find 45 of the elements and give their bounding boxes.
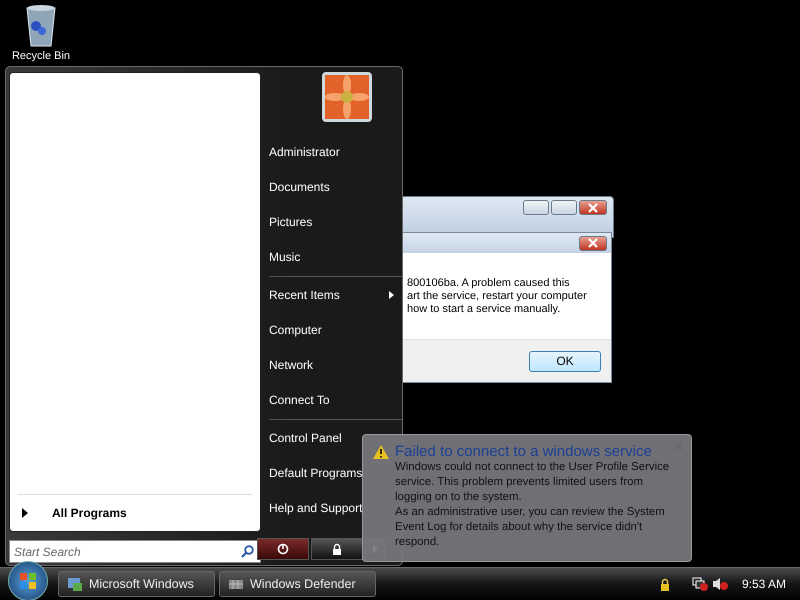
search-icon bbox=[241, 545, 254, 558]
padlock-icon[interactable] bbox=[660, 578, 670, 590]
close-button[interactable] bbox=[579, 200, 607, 215]
taskbar-button[interactable]: Windows Defender bbox=[219, 571, 376, 597]
flower-icon bbox=[324, 75, 368, 119]
ok-button[interactable]: OK bbox=[529, 350, 601, 372]
maximize-button[interactable] bbox=[551, 200, 577, 215]
start-menu-item[interactable]: Music bbox=[269, 239, 308, 274]
start-menu-item[interactable]: Network bbox=[269, 347, 322, 382]
desktop-icon-label[interactable]: Recycle Bin bbox=[12, 50, 70, 62]
start-menu-item[interactable]: Connect To bbox=[269, 382, 338, 417]
start-menu-item[interactable]: Control Panel bbox=[269, 420, 350, 455]
power-icon bbox=[277, 543, 289, 555]
start-button[interactable] bbox=[8, 561, 48, 600]
dialog-message-line: 800106ba. A problem caused this bbox=[407, 277, 571, 290]
warning-icon bbox=[373, 444, 389, 458]
clock[interactable]: 9:53 AM bbox=[742, 577, 786, 591]
close-icon bbox=[587, 202, 599, 212]
lock-icon bbox=[331, 543, 343, 555]
speaker-muted-icon[interactable] bbox=[712, 577, 728, 591]
close-button[interactable] bbox=[579, 236, 607, 250]
search-input[interactable]: Start Search bbox=[10, 544, 241, 558]
submenu-arrow-icon bbox=[389, 290, 394, 298]
dialog-message-line: how to start a service manually. bbox=[407, 303, 562, 316]
start-menu-item[interactable]: Administrator bbox=[269, 134, 348, 169]
all-programs-item[interactable]: All Programs bbox=[18, 494, 252, 525]
taskbar-button[interactable]: Microsoft Windows bbox=[58, 571, 215, 597]
window-app-icon bbox=[67, 576, 83, 592]
start-menu-item[interactable]: Computer bbox=[269, 312, 330, 347]
power-button[interactable] bbox=[257, 538, 309, 560]
close-icon bbox=[587, 238, 599, 248]
notification-text: As an administrative user, you can review the System Event Log for details about why the service didn't respond. bbox=[395, 505, 666, 550]
notification-text: Windows could not connect to the User Profile Service service. This problem prevents limited users from logging on to the system. bbox=[395, 460, 670, 505]
all-programs-label[interactable]: All Programs bbox=[52, 506, 127, 520]
notification-title: Failed to connect to a windows service bbox=[395, 443, 652, 460]
network-error-icon[interactable] bbox=[692, 577, 708, 591]
search-field[interactable]: Start Search bbox=[9, 540, 261, 563]
minimize-button[interactable] bbox=[523, 200, 549, 215]
triangle-icon bbox=[22, 508, 28, 518]
start-menu-item[interactable]: Documents bbox=[269, 169, 338, 204]
start-menu-item[interactable]: Recent Items bbox=[269, 277, 402, 312]
start-menu-item[interactable]: Pictures bbox=[269, 204, 320, 239]
lock-button[interactable] bbox=[311, 538, 363, 560]
dialog-message-line: art the service, restart your computer bbox=[407, 290, 588, 303]
windows-logo-icon bbox=[19, 572, 37, 590]
